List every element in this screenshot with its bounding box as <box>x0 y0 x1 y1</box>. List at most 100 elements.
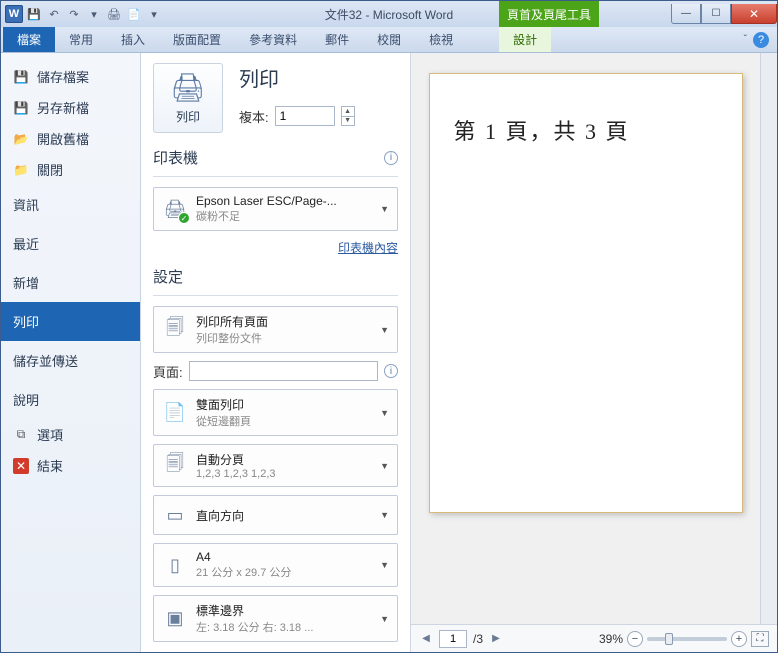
nav-close[interactable]: 📁關閉 <box>1 154 140 185</box>
collate-sub: 1,2,3 1,2,3 1,2,3 <box>196 468 368 480</box>
spin-down-icon[interactable]: ▼ <box>342 117 354 126</box>
open-folder-icon: 📂 <box>13 131 29 147</box>
prev-page-button[interactable]: ◀ <box>419 631 433 647</box>
window-title: 文件32 - Microsoft Word <box>325 6 453 23</box>
nav-save[interactable]: 💾 儲存檔案 <box>1 61 140 92</box>
minimize-button[interactable]: — <box>671 4 701 24</box>
spin-up-icon[interactable]: ▲ <box>342 107 354 117</box>
nav-label: 資訊 <box>13 195 39 214</box>
zoom-out-button[interactable]: − <box>627 631 643 647</box>
pages-input[interactable] <box>189 361 378 381</box>
zoom-in-button[interactable]: + <box>731 631 747 647</box>
fit-page-button[interactable]: ⛶ <box>751 631 769 647</box>
maximize-button[interactable]: ☐ <box>701 4 731 24</box>
zoom-controls: 39% − + ⛶ <box>599 631 769 647</box>
tab-references[interactable]: 參考資料 <box>235 27 311 52</box>
copies-row: 複本: ▲ ▼ <box>239 106 355 126</box>
quickprint-icon[interactable]: 🖨 <box>105 5 123 23</box>
orientation-dropdown[interactable]: ▭ 直向方向 ▼ <box>153 495 398 535</box>
nav-label: 儲存檔案 <box>37 67 89 86</box>
print-preview: 第 1 頁，共 3 頁 ◀ /3 ▶ 39% − + ⛶ <box>411 53 777 652</box>
nav-print[interactable]: 列印 <box>1 302 140 341</box>
redo-icon[interactable]: ↷ <box>65 5 83 23</box>
nav-open[interactable]: 📂 開啟舊檔 <box>1 123 140 154</box>
tab-mailings[interactable]: 郵件 <box>311 27 363 52</box>
backstage: 💾儲存檔案 💾另存新檔 📂開啟舊檔 📁關閉 資訊 最近 新增 列印 儲存並傳送 … <box>1 53 777 652</box>
printpreview-icon[interactable]: 📄 <box>125 5 143 23</box>
chevron-down-icon: ▼ <box>376 408 389 418</box>
scope-dropdown[interactable]: 🗐 列印所有頁面 列印整份文件 ▼ <box>153 306 398 353</box>
printer-icon: 🖨 <box>170 71 206 104</box>
ribbon-collapse-icon[interactable]: ˇ <box>744 34 747 45</box>
help-icon[interactable]: ? <box>753 32 769 48</box>
options-icon: ⧉ <box>13 427 29 443</box>
status-ok-icon: ✓ <box>178 212 190 224</box>
printer-props-link[interactable]: 印表機內容 <box>338 241 398 255</box>
ribbon-tabs: 檔案 常用 插入 版面配置 參考資料 郵件 校閱 檢視 設計 ˇ ? <box>1 27 777 53</box>
nav-recent[interactable]: 最近 <box>1 224 140 263</box>
page-header-text: 第 1 頁，共 3 頁 <box>454 114 718 146</box>
next-page-button[interactable]: ▶ <box>489 631 503 647</box>
undo-icon[interactable]: ↶ <box>45 5 63 23</box>
margin-dropdown[interactable]: ▣ 標準邊界 左: 3.18 公分 右: 3.18 ... ▼ <box>153 595 398 642</box>
tab-layout[interactable]: 版面配置 <box>159 27 235 52</box>
zoom-slider[interactable] <box>647 637 727 641</box>
close-button[interactable]: ✕ <box>731 4 777 24</box>
nav-options[interactable]: ⧉選項 <box>1 419 140 450</box>
pages-row: 頁面: i <box>153 361 398 381</box>
tab-review[interactable]: 校閱 <box>363 27 415 52</box>
nav-label: 關閉 <box>37 160 63 179</box>
page-number-input[interactable] <box>439 630 467 648</box>
duplex-sub: 從短邊翻頁 <box>196 413 368 429</box>
save-icon[interactable]: 💾 <box>25 5 43 23</box>
zoom-level-label: 39% <box>599 632 623 646</box>
title-bar: W 💾 ↶ ↷ ▾ 🖨 📄 ▾ 文件32 - Microsoft Word 頁首… <box>1 1 777 27</box>
qat-more2-icon[interactable]: ▾ <box>145 5 163 23</box>
print-button-label: 列印 <box>176 108 200 125</box>
margin-title: 標準邊界 <box>196 602 368 619</box>
printer-dropdown[interactable]: 🖨✓ Epson Laser ESC/Page-... 碳粉不足 ▼ <box>153 187 398 231</box>
print-header: 🖨 列印 列印 複本: ▲ ▼ <box>153 63 398 133</box>
print-panel: 🖨 列印 列印 複本: ▲ ▼ 印表機 <box>141 53 411 652</box>
tab-view[interactable]: 檢視 <box>415 27 467 52</box>
section-label: 設定 <box>153 266 183 287</box>
nav-share[interactable]: 儲存並傳送 <box>1 341 140 380</box>
collate-dropdown[interactable]: 🗐 自動分頁 1,2,3 1,2,3 1,2,3 ▼ <box>153 444 398 487</box>
tab-file[interactable]: 檔案 <box>3 27 55 52</box>
nav-label: 開啟舊檔 <box>37 129 89 148</box>
tab-home[interactable]: 常用 <box>55 27 107 52</box>
copies-input[interactable] <box>275 106 335 126</box>
nav-new[interactable]: 新增 <box>1 263 140 302</box>
nav-help[interactable]: 說明 <box>1 380 140 419</box>
save-file-icon: 💾 <box>13 69 29 85</box>
orientation-icon: ▭ <box>162 502 188 528</box>
nav-saveas[interactable]: 💾另存新檔 <box>1 92 140 123</box>
chevron-down-icon: ▼ <box>376 560 389 570</box>
duplex-dropdown[interactable]: 📄 雙面列印 從短邊翻頁 ▼ <box>153 389 398 436</box>
orientation-title: 直向方向 <box>196 507 368 524</box>
scope-title: 列印所有頁面 <box>196 313 368 330</box>
print-button[interactable]: 🖨 列印 <box>153 63 223 133</box>
printer-device-icon: 🖨✓ <box>162 196 188 222</box>
backstage-nav: 💾儲存檔案 💾另存新檔 📂開啟舊檔 📁關閉 資訊 最近 新增 列印 儲存並傳送 … <box>1 53 141 652</box>
word-icon: W <box>5 5 23 23</box>
nav-info[interactable]: 資訊 <box>1 185 140 224</box>
collate-title: 自動分頁 <box>196 451 368 468</box>
nav-exit[interactable]: ✕結束 <box>1 450 140 481</box>
pages-icon: 🗐 <box>162 317 188 343</box>
window-buttons: — ☐ ✕ <box>671 4 777 24</box>
info-icon[interactable]: i <box>384 151 398 165</box>
tab-design[interactable]: 設計 <box>499 27 551 52</box>
printer-section-title: 印表機 i <box>153 147 398 168</box>
paper-dropdown[interactable]: ▯ A4 21 公分 x 29.7 公分 ▼ <box>153 543 398 587</box>
paper-title: A4 <box>196 550 368 564</box>
tab-insert[interactable]: 插入 <box>107 27 159 52</box>
printer-status: 碳粉不足 <box>196 208 368 224</box>
preview-scrollbar[interactable] <box>760 53 777 624</box>
nav-label: 結束 <box>37 456 63 475</box>
info-icon[interactable]: i <box>384 364 398 378</box>
pages-label: 頁面: <box>153 362 183 381</box>
qat-more-icon[interactable]: ▾ <box>85 5 103 23</box>
zoom-thumb[interactable] <box>665 633 673 645</box>
chevron-down-icon: ▼ <box>376 325 389 335</box>
